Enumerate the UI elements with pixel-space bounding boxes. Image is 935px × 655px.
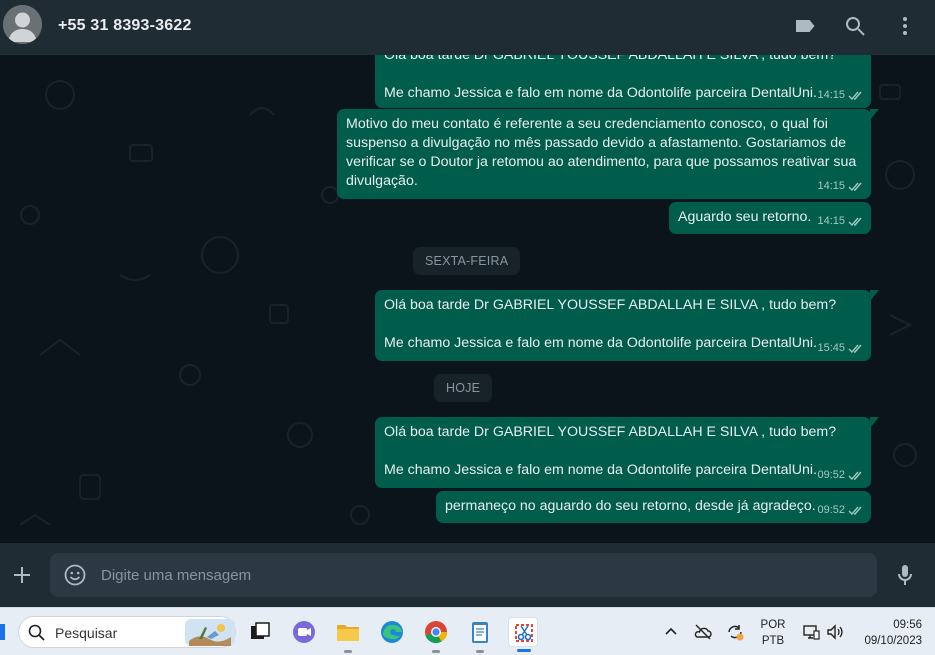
edge-icon [381,621,403,643]
double-check-icon [848,91,862,101]
default-avatar-icon [3,5,42,44]
message-meta: 09:52 [817,501,864,520]
message-text: verificar se o Doutor ja retomou ao aten… [346,154,857,170]
double-check-icon [848,471,862,481]
language-code: POR [760,619,786,631]
message-bubble-outgoing[interactable]: Aguardo seu retorno. 14:15 [669,202,871,234]
taskbar-clock[interactable]: 09:56 09/10/2023 [854,617,922,649]
notepad-icon [472,622,488,643]
day-separator: SEXTA-FEIRA [413,247,521,275]
double-check-icon [848,344,862,354]
contact-avatar[interactable] [3,5,42,44]
message-time: 09:52 [817,504,845,516]
message-bubble-outgoing[interactable]: permaneço no aguardo do seu retorno, des… [436,491,871,523]
message-text: Me chamo Jessica e falo em nome da Odont… [384,85,817,101]
teams-chat-app[interactable] [289,617,319,647]
message-meta: 14:15 [817,86,864,105]
task-view-app[interactable] [245,617,275,647]
show-hidden-icons-chevron-icon[interactable] [661,622,681,642]
input-language-indicator[interactable]: POR PTB [760,617,786,649]
menu-icon[interactable] [893,14,917,38]
edge-app[interactable] [377,617,407,647]
message-bubble-outgoing[interactable]: Olá boa tarde Dr GABRIEL YOUSSEF ABDALLA… [375,290,879,361]
double-check-icon [848,217,862,227]
message-time: 14:15 [817,215,845,227]
running-indicator [344,650,352,653]
search-icon [28,624,45,641]
message-meta: 09:52 [817,466,864,485]
start-indicator[interactable] [0,624,5,640]
emoji-icon[interactable] [63,563,87,587]
task-view-icon [251,622,270,639]
taskbar-search-label: Pesquisar [55,625,118,641]
notepad-app[interactable] [465,617,495,653]
message-time: 14:15 [817,89,845,101]
message-text: divulgação. [346,173,418,189]
message-text: Olá boa tarde Dr GABRIEL YOUSSEF ABDALLA… [384,55,837,63]
file-explorer-app[interactable] [333,617,363,653]
message-text: Olá boa tarde Dr GABRIEL YOUSSEF ABDALLA… [384,297,837,313]
message-time: 14:15 [817,180,845,192]
folder-icon [337,625,359,641]
message-bubble-outgoing[interactable]: Olá boa tarde Dr GABRIEL YOUSSEF ABDALLA… [375,55,871,108]
double-check-icon [848,506,862,516]
label-icon[interactable] [793,14,817,38]
update-sync-icon[interactable] [725,622,745,642]
taskbar-search[interactable]: Pesquisar [18,616,236,648]
message-composer [0,543,935,607]
volume-icon[interactable] [825,622,845,642]
chrome-app[interactable] [421,617,451,653]
microphone-icon[interactable] [893,563,917,587]
clock-time: 09:56 [893,619,922,631]
message-text: suspenso a divulgação no mês passado dev… [346,135,847,151]
message-time: 09:52 [817,469,845,481]
running-indicator [432,650,440,653]
clock-date: 09/10/2023 [864,635,922,647]
message-meta: 14:15 [817,212,864,231]
double-check-icon [848,182,862,192]
message-text: Me chamo Jessica e falo em nome da Odont… [384,462,817,478]
search-highlight-art-icon [185,619,235,646]
message-bubble-outgoing[interactable]: Olá boa tarde Dr GABRIEL YOUSSEF ABDALLA… [375,417,879,488]
teams-chat-icon [293,621,315,643]
running-indicator [476,650,484,653]
snipping-tool-app[interactable] [508,617,538,652]
day-separator: HOJE [434,374,493,402]
contact-name[interactable]: +55 31 8393-3622 [58,17,192,35]
running-indicator [517,649,531,652]
snipping-tool-icon [515,624,533,642]
message-input[interactable] [101,553,861,597]
chrome-icon [425,621,447,644]
message-text: Me chamo Jessica e falo em nome da Odont… [384,335,817,351]
message-time: 15:45 [817,342,845,354]
onedrive-offline-icon[interactable] [693,622,713,642]
network-icon[interactable] [801,622,821,642]
message-text: Motivo do meu contato é referente a seu … [346,116,828,132]
message-bubble-outgoing[interactable]: Motivo do meu contato é referente a seu … [337,109,879,199]
message-list[interactable]: Olá boa tarde Dr GABRIEL YOUSSEF ABDALLA… [0,55,935,543]
attach-plus-icon[interactable] [10,563,34,587]
message-meta: 14:15 [817,177,864,196]
windows-taskbar: Pesquisar POR PTB 09:56 09/10/2023 [0,607,935,655]
chat-header: +55 31 8393-3622 [0,0,935,55]
message-text: Olá boa tarde Dr GABRIEL YOUSSEF ABDALLA… [384,424,837,440]
message-input-box[interactable] [50,553,877,597]
message-meta: 15:45 [817,339,864,358]
keyboard-layout-code: PTB [761,635,785,647]
search-icon[interactable] [843,14,867,38]
message-text: permaneço no aguardo do seu retorno, des… [445,498,816,514]
